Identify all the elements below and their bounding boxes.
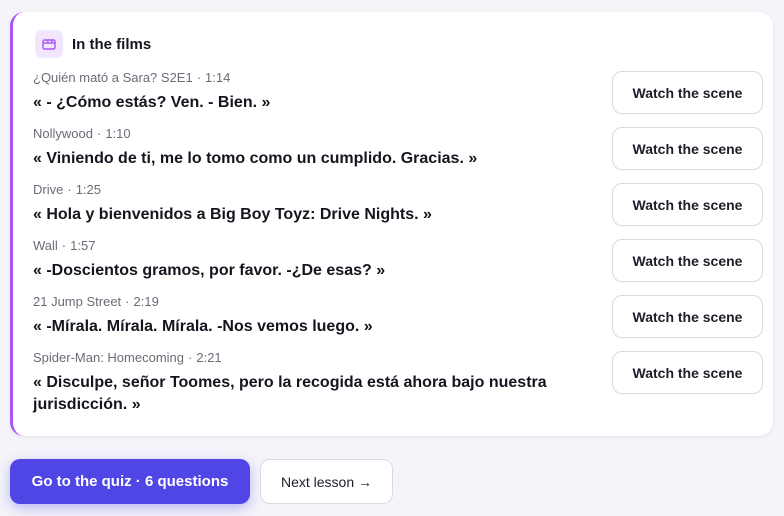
scene-time: 1:14 [205, 70, 231, 85]
scene-source: Drive [33, 182, 64, 197]
scene-time: 1:25 [75, 182, 101, 197]
lesson-footer: Go to the quiz · 6 questions Next lesson… [10, 459, 393, 504]
watch-scene-button[interactable]: Watch the scene [612, 295, 763, 338]
scene-list: ¿Quién mató a Sara? S2E1 · 1:14 « - ¿Cómo … [33, 70, 763, 426]
scene-quote: « Disculpe, señor Toomes, pero la recogi… [33, 374, 547, 413]
scene-time: 1:57 [70, 238, 96, 253]
scene-row: Nollywood · 1:10 « Viniendo de ti, me lo t… [33, 126, 763, 182]
scene-source: Spider-Man: Homecoming [33, 350, 185, 365]
section-title: In the films [72, 35, 152, 53]
scene-source: Nollywood [33, 126, 93, 141]
scene-time: 2:19 [133, 294, 159, 309]
scene-source: 21 Jump Street [33, 294, 122, 309]
scene-time: 2:21 [196, 350, 222, 365]
scene-meta: 21 Jump Street · 2:19 [33, 294, 159, 310]
go-to-quiz-button[interactable]: Go to the quiz · 6 questions [10, 459, 250, 504]
clapperboard-icon [35, 30, 63, 58]
scene-quote: « Hola y bienvenidos a Big Boy Toyz: Dri… [33, 206, 432, 223]
scene-meta: Spider-Man: Homecoming · 2:21 [33, 350, 222, 366]
scene-quote: « Viniendo de ti, me lo tomo como un cum… [33, 150, 478, 167]
meta-separator: · [196, 70, 202, 85]
scene-source: Wall [33, 238, 58, 253]
meta-separator: · [188, 350, 193, 365]
watch-scene-button[interactable]: Watch the scene [612, 183, 763, 226]
scene-quote: « - ¿Cómo estás? Ven. - Bien. » [33, 94, 271, 111]
scene-meta: Wall · 1:57 [33, 238, 95, 254]
meta-separator: · [125, 294, 130, 309]
scene-meta: Drive · 1:25 [33, 182, 101, 198]
scene-row: ¿Quién mató a Sara? S2E1 · 1:14 « - ¿Cómo … [33, 70, 763, 126]
next-lesson-button[interactable]: Next lesson → [260, 459, 393, 504]
scene-row: Drive · 1:25 « Hola y bienvenidos a Big Bo… [33, 182, 763, 238]
meta-separator: · [96, 126, 102, 141]
scene-meta: Nollywood · 1:10 [33, 126, 131, 142]
watch-scene-button[interactable]: Watch the scene [612, 71, 763, 114]
scene-quote: « -Mírala. Mírala. Mírala. -Nos vemos lu… [33, 318, 373, 335]
watch-scene-button[interactable]: Watch the scene [612, 239, 763, 282]
card-header: In the films [35, 30, 151, 58]
watch-scene-button[interactable]: Watch the scene [612, 351, 763, 394]
scene-row: Spider-Man: Homecoming · 2:21 « Disculpe, … [33, 350, 763, 426]
scene-time: 1:10 [105, 126, 131, 141]
meta-separator: · [67, 182, 72, 197]
scene-quote: « -Doscientos gramos, por favor. -¿De es… [33, 262, 386, 279]
scene-source: ¿Quién mató a Sara? S2E1 [33, 70, 193, 85]
watch-scene-button[interactable]: Watch the scene [612, 127, 763, 170]
scene-row: Wall · 1:57 « -Doscientos gramos, por favo… [33, 238, 763, 294]
meta-separator: · [61, 238, 67, 253]
scene-meta: ¿Quién mató a Sara? S2E1 · 1:14 [33, 70, 230, 86]
scene-row: 21 Jump Street · 2:19 « -Mírala. Mírala. M… [33, 294, 763, 350]
films-card: In the films ¿Quién mató a Sara? S2E1 · 1:… [10, 12, 773, 436]
